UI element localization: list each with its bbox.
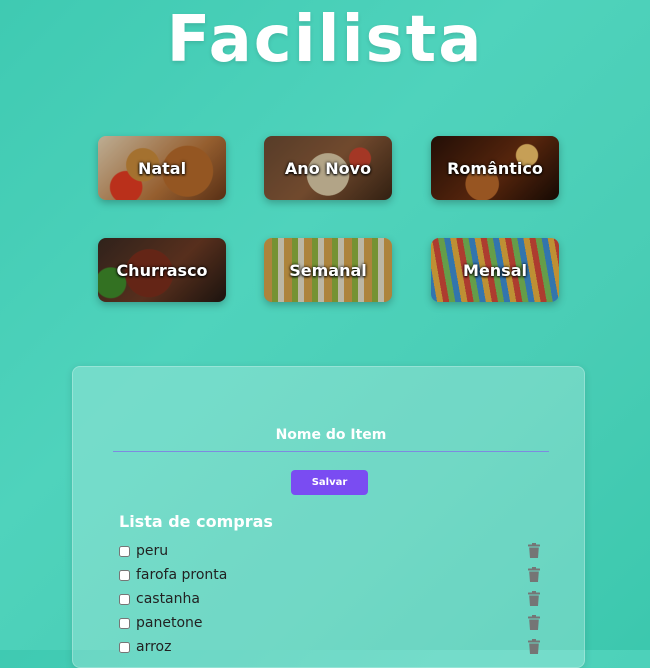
item-checkbox[interactable] (119, 593, 130, 605)
category-card-romantico[interactable]: Romântico (431, 136, 559, 200)
list-item: farofa pronta (119, 563, 549, 587)
app-title: Facilista (166, 3, 484, 77)
trash-icon[interactable] (528, 615, 540, 630)
list-title: Lista de compras (119, 512, 273, 531)
category-card-mensal[interactable]: Mensal (431, 238, 559, 302)
item-checkbox[interactable] (119, 545, 130, 557)
list-item: arroz (119, 635, 549, 659)
category-label: Mensal (463, 260, 527, 280)
item-text: arroz (136, 639, 172, 655)
category-label: Romântico (447, 158, 543, 178)
trash-icon[interactable] (528, 639, 540, 654)
trash-icon[interactable] (528, 591, 540, 606)
list-item: panetone (119, 611, 549, 635)
item-checkbox[interactable] (119, 569, 130, 581)
category-card-natal[interactable]: Natal (98, 136, 226, 200)
trash-icon[interactable] (528, 567, 540, 582)
item-text: farofa pronta (136, 567, 228, 583)
category-card-semanal[interactable]: Semanal (264, 238, 392, 302)
category-label: Natal (137, 158, 187, 178)
item-checkbox[interactable] (119, 641, 130, 653)
shopping-list-panel: Salvar Lista de compras peru farofa pron… (72, 366, 585, 668)
item-text: peru (136, 543, 169, 559)
item-checkbox[interactable] (119, 617, 130, 629)
trash-icon[interactable] (528, 543, 540, 558)
shopping-list: peru farofa pronta castanha panetone arr… (119, 539, 549, 659)
item-name-input[interactable] (113, 419, 549, 452)
category-card-ano-novo[interactable]: Ano Novo (264, 136, 392, 200)
category-label: Churrasco (116, 260, 208, 280)
list-item: castanha (119, 587, 549, 611)
item-text: castanha (136, 591, 200, 607)
save-button[interactable]: Salvar (291, 470, 368, 495)
category-card-churrasco[interactable]: Churrasco (98, 238, 226, 302)
list-item: peru (119, 539, 549, 563)
category-label: Ano Novo (284, 158, 372, 178)
category-label: Semanal (289, 260, 367, 280)
item-text: panetone (136, 615, 203, 631)
